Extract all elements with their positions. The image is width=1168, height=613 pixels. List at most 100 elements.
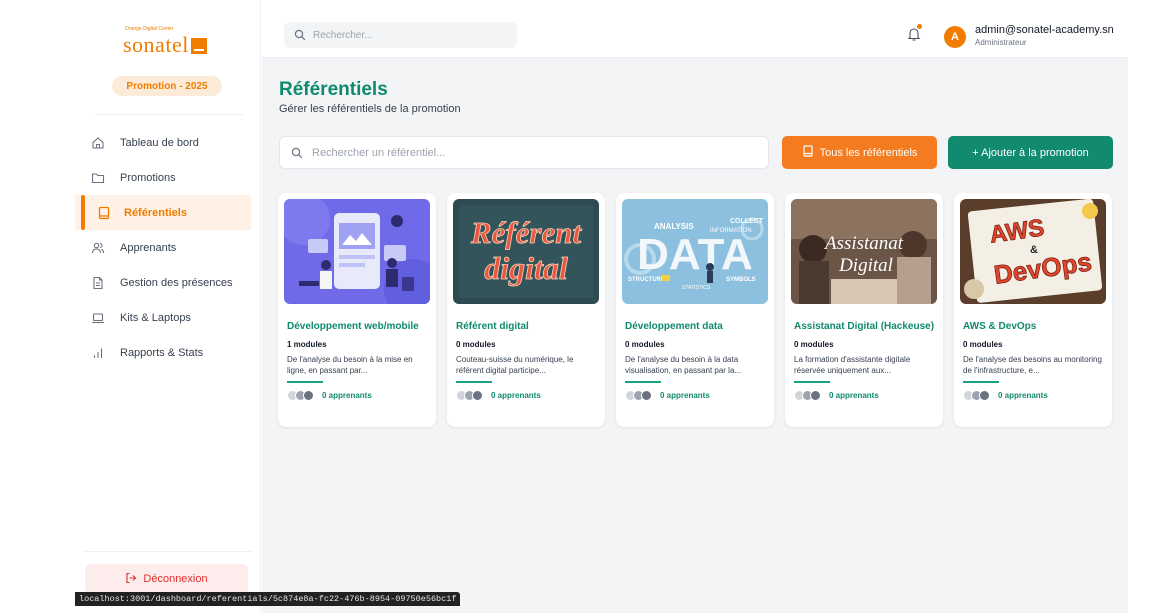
promotion-badge: Promotion - 2025 bbox=[112, 76, 222, 96]
file-icon bbox=[91, 276, 105, 290]
search-icon bbox=[294, 29, 306, 41]
image-text-structure: STRUCTURE bbox=[628, 277, 665, 283]
card-divider bbox=[456, 381, 492, 383]
referentiel-card-web-mobile[interactable]: Développement web/mobile 1 modules De l'… bbox=[278, 193, 436, 427]
image-text-collect: COLLECT bbox=[730, 218, 764, 225]
referentiel-description: De l'analyse des besoins au monitoring d… bbox=[963, 355, 1102, 375]
sidebar-item-label: Référentiels bbox=[124, 206, 187, 219]
sidebar-item-label: Gestion des présences bbox=[120, 276, 233, 289]
logout-icon bbox=[125, 572, 137, 587]
image-text-analysis: ANALYSIS bbox=[654, 222, 694, 231]
sidebar-item-presences[interactable]: Gestion des présences bbox=[75, 265, 261, 300]
logo-wordmark: sonatel bbox=[123, 32, 189, 57]
users-icon bbox=[91, 241, 105, 255]
referentiel-title: Développement data bbox=[625, 321, 723, 332]
sidebar-item-label: Rapports & Stats bbox=[120, 346, 204, 359]
referentiel-search-input[interactable]: Rechercher un référentiel... bbox=[279, 136, 769, 169]
image-text-line2: digital bbox=[484, 250, 568, 286]
referentiel-description: La formation d'assistante digitale réser… bbox=[794, 355, 911, 375]
image-text-symbols: SYMBOLS bbox=[726, 277, 756, 283]
learner-avatars bbox=[456, 390, 486, 401]
module-count: 0 modules bbox=[963, 340, 1003, 349]
image-text-data: DATA bbox=[637, 230, 753, 279]
sidebar-divider bbox=[95, 114, 243, 115]
notifications-button[interactable] bbox=[906, 24, 922, 42]
add-to-promotion-label: + Ajouter à la promotion bbox=[972, 146, 1089, 159]
learner-count: 0 apprenants bbox=[491, 391, 541, 400]
image-text-statistics: STATISTICS bbox=[682, 285, 711, 291]
home-icon bbox=[91, 136, 105, 150]
all-referentiels-label: Tous les référentiels bbox=[819, 146, 918, 159]
learner-count: 0 apprenants bbox=[998, 391, 1048, 400]
referentiel-image: AWS & DevOps bbox=[960, 199, 1106, 304]
logout-divider bbox=[85, 551, 251, 552]
card-divider bbox=[625, 381, 661, 383]
image-text-line1: Assistanat bbox=[823, 233, 904, 254]
module-count: 1 modules bbox=[287, 340, 327, 349]
referentiel-search-placeholder: Rechercher un référentiel... bbox=[312, 146, 446, 159]
referentiel-info: Développement data 0 modules De l'analys… bbox=[625, 320, 770, 402]
sidebar-item-referentiels[interactable]: Référentiels bbox=[75, 195, 251, 230]
module-count: 0 modules bbox=[456, 340, 496, 349]
avatar[interactable]: A bbox=[944, 26, 966, 48]
card-divider bbox=[794, 381, 830, 383]
referentiel-card-data[interactable]: DATA ANALYSIS COLLECT INFORMATION STRUCT… bbox=[616, 193, 774, 427]
referentiel-image: Assistanat Digital bbox=[791, 199, 937, 304]
sidebar-item-label: Apprenants bbox=[120, 241, 177, 254]
referentiel-info: Assistanat Digital (Hackeuse) 0 modules … bbox=[794, 320, 939, 402]
sidebar-item-apprenants[interactable]: Apprenants bbox=[75, 230, 261, 265]
referentiel-description: Couteau-suisse du numérique, le référent… bbox=[456, 355, 574, 375]
module-count: 0 modules bbox=[625, 340, 665, 349]
global-search-placeholder: Rechercher... bbox=[313, 29, 373, 41]
sidebar-item-rapports[interactable]: Rapports & Stats bbox=[75, 335, 261, 370]
referentiel-title: Développement web/mobile bbox=[287, 321, 419, 332]
referentiel-title: Assistanat Digital (Hackeuse) bbox=[794, 321, 935, 332]
search-icon bbox=[291, 147, 303, 159]
page-subtitle: Gérer les référentiels de la promotion bbox=[279, 103, 461, 115]
card-footer: 0 apprenants bbox=[625, 389, 770, 402]
referentiel-card-assistanat-digital[interactable]: Assistanat Digital Assistanat Digital (H… bbox=[785, 193, 943, 427]
logout-button[interactable]: Déconnexion bbox=[85, 564, 248, 594]
main-content: Rechercher... A admin@sonatel-academy.sn… bbox=[262, 0, 1128, 613]
card-divider bbox=[963, 381, 999, 383]
referentiel-description: De l'analyse du besoin à la mise en lign… bbox=[287, 355, 413, 375]
card-footer: 0 apprenants bbox=[963, 389, 1108, 402]
sidebar-item-dashboard[interactable]: Tableau de bord bbox=[75, 125, 261, 160]
referentiel-card-referent-digital[interactable]: Référent digital Référent digital 0 modu… bbox=[447, 193, 605, 427]
all-referentiels-button[interactable]: Tous les référentiels bbox=[782, 136, 937, 169]
sidebar-item-label: Tableau de bord bbox=[120, 136, 199, 149]
sidebar-item-promotions[interactable]: Promotions bbox=[75, 160, 261, 195]
book-icon bbox=[802, 145, 814, 160]
folder-icon bbox=[91, 171, 105, 185]
card-footer: 0 apprenants bbox=[456, 389, 601, 402]
sidebar-item-label: Kits & Laptops bbox=[120, 311, 191, 324]
card-footer: 0 apprenants bbox=[287, 389, 432, 402]
image-text-line2: Digital bbox=[838, 255, 893, 276]
card-footer: 0 apprenants bbox=[794, 389, 939, 402]
sonatel-logo[interactable]: Orange Digital Center sonatel bbox=[123, 24, 213, 64]
laptop-icon bbox=[91, 311, 105, 325]
browser-status-url: localhost:3001/dashboard/referentials/5c… bbox=[75, 592, 461, 606]
orange-square-icon bbox=[191, 38, 207, 54]
learner-count: 0 apprenants bbox=[322, 391, 372, 400]
referentiel-card-aws-devops[interactable]: AWS & DevOps AWS & DevOps 0 modules De l… bbox=[954, 193, 1112, 427]
learner-avatars bbox=[794, 390, 824, 401]
learner-avatars bbox=[963, 390, 993, 401]
window-margin-left bbox=[0, 0, 75, 613]
global-search-input[interactable]: Rechercher... bbox=[284, 22, 517, 48]
referentiel-info: Développement web/mobile 1 modules De l'… bbox=[287, 320, 432, 402]
learner-avatars bbox=[287, 390, 317, 401]
top-bar: Rechercher... A admin@sonatel-academy.sn… bbox=[262, 0, 1128, 58]
sidebar: Orange Digital Center sonatel Promotion … bbox=[75, 0, 261, 613]
image-text-line1: Référent bbox=[470, 215, 583, 250]
referentiel-info: AWS & DevOps 0 modules De l'analyse des … bbox=[963, 320, 1108, 402]
learner-count: 0 apprenants bbox=[660, 391, 710, 400]
referentiel-description: De l'analyse du besoin à la data visuali… bbox=[625, 355, 742, 375]
learner-avatars bbox=[625, 390, 655, 401]
sidebar-item-kits-laptops[interactable]: Kits & Laptops bbox=[75, 300, 261, 335]
bar-chart-icon bbox=[91, 346, 105, 360]
referentiel-image bbox=[284, 199, 430, 304]
add-to-promotion-button[interactable]: + Ajouter à la promotion bbox=[948, 136, 1113, 169]
referentiel-title: Référent digital bbox=[456, 321, 529, 332]
learner-count: 0 apprenants bbox=[829, 391, 879, 400]
